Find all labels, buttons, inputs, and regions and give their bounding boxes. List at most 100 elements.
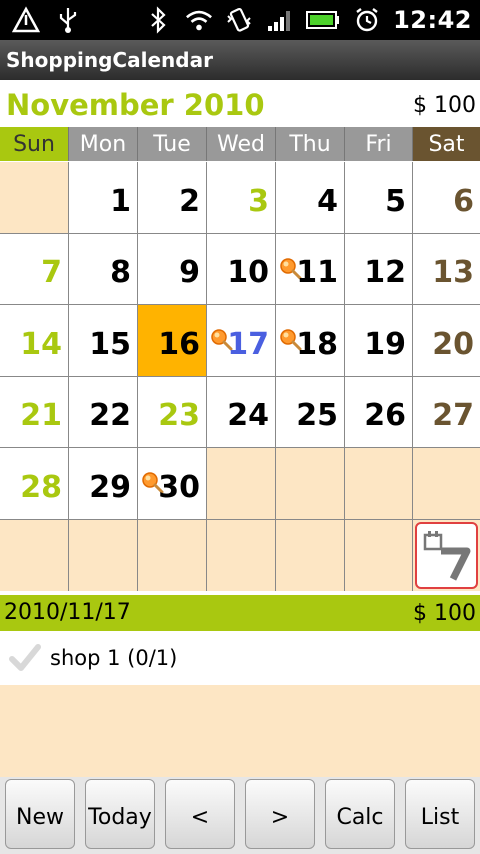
calendar-day-30[interactable]: 30 <box>138 448 207 519</box>
calendar-empty-cell <box>0 519 69 591</box>
checkbox[interactable] <box>8 641 42 675</box>
calendar-today-icon[interactable] <box>415 521 478 589</box>
calendar-day-4[interactable]: 4 <box>276 162 345 233</box>
day-number: 1 <box>110 183 131 219</box>
calc-button[interactable]: Calc <box>325 779 395 849</box>
status-clock: 12:42 <box>393 6 472 34</box>
bottom-toolbar: New Today < > Calc List <box>0 777 480 854</box>
day-number: 10 <box>227 255 269 290</box>
calendar-empty-cell <box>0 162 69 233</box>
day-number: 9 <box>179 255 200 290</box>
calendar-week-row: 21 22 23 24 25 26 27 <box>0 376 480 448</box>
alarm-icon <box>353 6 381 34</box>
vibrate-icon <box>225 6 253 34</box>
day-number: 29 <box>89 469 131 505</box>
calendar-day-17[interactable]: 17 <box>207 305 276 376</box>
calendar-day-14[interactable]: 14 <box>0 305 69 376</box>
calendar-day-28[interactable]: 28 <box>0 448 69 519</box>
weekday-mon: Mon <box>69 127 138 161</box>
next-month-button[interactable]: > <box>245 779 315 849</box>
calendar-day-11[interactable]: 11 <box>276 233 345 304</box>
bluetooth-icon <box>145 6 173 34</box>
day-number: 5 <box>385 183 406 219</box>
day-number: 6 <box>453 183 474 219</box>
calendar-day-3[interactable]: 3 <box>207 162 276 233</box>
app-title-bar: ShoppingCalendar <box>0 40 480 80</box>
calendar-day-10[interactable]: 10 <box>207 233 276 304</box>
day-number: 27 <box>432 398 474 433</box>
list-button[interactable]: List <box>405 779 475 849</box>
calendar-day-12[interactable]: 12 <box>345 233 413 304</box>
selected-date: 2010/11/17 <box>4 600 131 625</box>
calendar-empty-cell <box>69 519 138 591</box>
calendar-day-20[interactable]: 20 <box>413 305 480 376</box>
calendar-day-29[interactable]: 29 <box>69 448 138 519</box>
calendar-day-21[interactable]: 21 <box>0 376 69 447</box>
calendar-grid: 1 2 3 4 5 6 7 8 9 10 11 12 13 14 15 16 17 18 19 20 21 22 23 24 2… <box>0 162 480 591</box>
calendar-day-13[interactable]: 13 <box>413 233 480 304</box>
day-number: 24 <box>227 398 269 433</box>
day-number: 12 <box>364 255 406 290</box>
calendar-day-8[interactable]: 8 <box>69 233 138 304</box>
calendar-day-16[interactable]: 16 <box>138 305 207 376</box>
calendar-empty-cell <box>207 448 276 519</box>
day-number: 16 <box>158 326 200 362</box>
prev-month-button[interactable]: < <box>165 779 235 849</box>
weekday-fri: Fri <box>345 127 413 161</box>
calendar-day-23[interactable]: 23 <box>138 376 207 447</box>
list-item[interactable]: shop 1 (0/1) <box>0 631 480 685</box>
selected-day-total: $ 100 <box>413 601 476 626</box>
status-bar: 12:42 <box>0 0 480 40</box>
day-number: 4 <box>317 183 338 219</box>
alert-icon <box>12 6 40 34</box>
calendar-day-15[interactable]: 15 <box>69 305 138 376</box>
calendar-day-19[interactable]: 19 <box>345 305 413 376</box>
calendar-day-9[interactable]: 9 <box>138 233 207 304</box>
day-number: 17 <box>227 326 269 362</box>
new-button[interactable]: New <box>5 779 75 849</box>
calendar-day-22[interactable]: 22 <box>69 376 138 447</box>
calendar-day-27[interactable]: 27 <box>413 376 480 447</box>
battery-icon <box>305 6 341 34</box>
weekday-wed: Wed <box>207 127 276 161</box>
today-button[interactable]: Today <box>85 779 155 849</box>
day-number: 8 <box>110 255 131 290</box>
month-total: $ 100 <box>413 93 476 118</box>
calendar-empty-cell <box>345 448 413 519</box>
calendar-day-6[interactable]: 6 <box>413 162 480 233</box>
day-number: 21 <box>20 398 62 433</box>
calendar-day-7[interactable]: 7 <box>0 233 69 304</box>
calendar-day-1[interactable]: 1 <box>69 162 138 233</box>
day-number: 3 <box>248 183 269 219</box>
calendar-week-row: 1 2 3 4 5 6 <box>0 162 480 234</box>
day-number: 18 <box>296 326 338 362</box>
calendar-day-25[interactable]: 25 <box>276 376 345 447</box>
weekday-sat: Sat <box>413 127 480 161</box>
calendar-empty-cell <box>276 448 345 519</box>
calendar-empty-cell <box>207 519 276 591</box>
calendar-day-26[interactable]: 26 <box>345 376 413 447</box>
day-number: 19 <box>364 326 406 362</box>
day-number: 22 <box>89 398 131 433</box>
calendar-week-row: 14 15 16 17 18 19 20 <box>0 305 480 377</box>
calendar-day-5[interactable]: 5 <box>345 162 413 233</box>
day-number: 23 <box>158 398 200 433</box>
weekday-sun: Sun <box>0 127 69 161</box>
day-number: 14 <box>20 326 62 362</box>
go-today-button[interactable] <box>413 519 480 591</box>
calendar-day-24[interactable]: 24 <box>207 376 276 447</box>
selected-day-bar: 2010/11/17 $ 100 <box>0 595 480 631</box>
signal-icon <box>265 6 293 34</box>
calendar-empty-cell <box>413 448 480 519</box>
day-number: 11 <box>296 255 338 290</box>
usb-icon <box>54 6 82 34</box>
day-number: 7 <box>41 255 62 290</box>
month-title[interactable]: November 2010 <box>6 88 265 122</box>
calendar-day-18[interactable]: 18 <box>276 305 345 376</box>
shop-list-empty-area <box>0 685 480 777</box>
weekday-header: Sun Mon Tue Wed Thu Fri Sat <box>0 127 480 161</box>
app-title: ShoppingCalendar <box>6 48 213 72</box>
day-number: 2 <box>179 183 200 219</box>
calendar-day-2[interactable]: 2 <box>138 162 207 233</box>
day-number: 28 <box>20 469 62 505</box>
